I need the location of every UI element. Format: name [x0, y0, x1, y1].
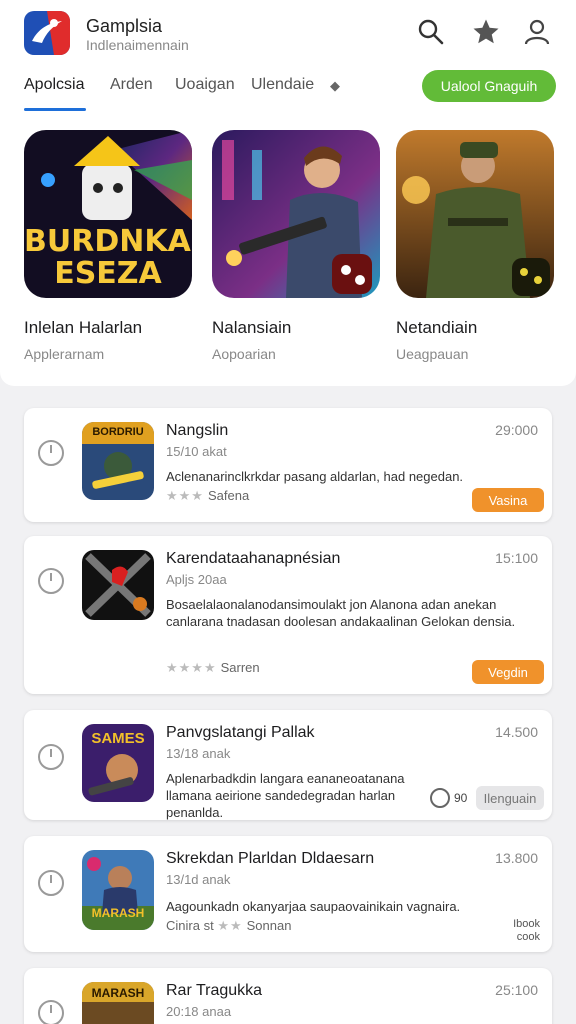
rating-stars-icon: ★★★★ [166, 660, 217, 675]
list-item[interactable]: MARASH Skrekdan Plarldan Dldaesarn 13/1d… [24, 836, 552, 952]
featured-art-title: BURDNKAI [24, 224, 192, 259]
item-rating: ★★★ Safena [166, 488, 250, 503]
item-action-button[interactable]: Ibook cook [490, 918, 540, 944]
featured-game-art [396, 130, 554, 298]
rating-stars-icon: ★★ [217, 918, 243, 933]
tab-ulendaie[interactable]: Ulendaie [251, 76, 314, 94]
rating-stars-icon: ★★★ [166, 488, 204, 503]
featured-game-name: Netandiain [396, 318, 478, 337]
list-item[interactable]: Karendataahanapnésian Apljs 20aa 15:100 … [24, 536, 552, 694]
list-item[interactable]: BORDRIU Nangslin 15/10 akat 29:000 Aclen… [24, 408, 552, 522]
tab-apolcsia[interactable]: Apolcsia [24, 76, 84, 94]
item-title: Karendataahanapnésian [166, 550, 341, 567]
cta-button[interactable]: Ualool Gnaguih [422, 70, 556, 102]
item-date: 13/18 anak [166, 746, 231, 761]
item-time: 14.500 [495, 724, 538, 740]
item-time: 29:000 [495, 422, 538, 438]
featured-art-subtitle: ESEZA [54, 256, 162, 291]
item-action-button[interactable]: Vasina [472, 488, 544, 512]
app-subtitle: Indlenaimennain [86, 37, 189, 53]
item-action-button[interactable]: Ilenguain [476, 786, 544, 810]
featured-game[interactable]: BURDNKAI ESEZA Inlelan Halarlan Applerar… [24, 130, 192, 362]
featured-game-name: Inlelan Halarlan [24, 318, 143, 337]
user-icon[interactable] [520, 15, 554, 49]
list-item[interactable]: MARASH Rar Tragukka 20:18 anaa 25:100 [24, 968, 552, 1024]
featured-game-category: Aopoarian [212, 346, 276, 362]
item-title: Rar Tragukka [166, 982, 263, 999]
featured-game[interactable]: Netandiain Ueagpauan [396, 130, 564, 362]
item-count: 90 [454, 791, 468, 805]
thumbnail-title: SAMES [91, 730, 145, 747]
active-tab-indicator [24, 108, 86, 111]
more-dot-icon[interactable]: ◆ [330, 78, 340, 94]
app-header: Gamplsia Indlenaimennain [24, 11, 554, 55]
game-thumbnail [82, 550, 154, 620]
item-title: Skrekdan Plarldan Dldaesarn [166, 850, 375, 867]
item-date: Apljs 20aa [166, 572, 227, 587]
radio-icon[interactable] [38, 568, 64, 594]
item-date: 20:18 anaa [166, 1004, 232, 1019]
tab-bar: Apolcsia Arden Uoaigan Ulendaie ◆ Ualool… [24, 70, 564, 112]
game-thumbnail: MARASH [82, 982, 154, 1024]
radio-icon[interactable] [38, 870, 64, 896]
item-description: Aplenarbadkdin langara eananeoatanana ll… [166, 771, 405, 820]
thumbnail-title: BORDRIU [92, 426, 144, 438]
radio-icon[interactable] [38, 1000, 64, 1024]
item-date: 13/1d anak [166, 872, 231, 887]
search-icon[interactable] [414, 15, 448, 49]
thumbnail-title: MARASH [91, 986, 145, 1000]
game-thumbnail: MARASH [82, 850, 154, 930]
tab-arden[interactable]: Arden [110, 76, 153, 94]
item-date: 15/10 akat [166, 444, 227, 459]
item-rating: ★★★★ Sarren [166, 660, 260, 675]
item-title: Panvgslatangi Pallak [166, 724, 315, 741]
item-description: Aclenanarinclkrkdar pasang aldarlan, had… [166, 469, 464, 484]
app-logo-icon[interactable] [24, 11, 70, 55]
item-description: Bosaelalaonalanodansimoulakt jon Alanona… [166, 597, 516, 629]
item-description: Aagounkadn okanyarjaa saupaovainikain va… [166, 899, 461, 914]
item-time: 25:100 [495, 982, 538, 998]
app-title: Gamplsia [86, 16, 163, 36]
item-rating: Cinira st ★★ Sonnan [166, 918, 292, 933]
featured-game-category: Applerarnam [24, 346, 105, 362]
list-item[interactable]: SAMES Panvgslatangi Pallak 13/18 anak 14… [24, 710, 552, 820]
radio-icon[interactable] [38, 744, 64, 770]
item-title: Nangslin [166, 422, 229, 439]
thumbnail-title: MARASH [91, 906, 145, 920]
star-icon[interactable] [469, 15, 503, 49]
toggle-icon[interactable] [430, 788, 450, 808]
item-time: 15:100 [495, 550, 538, 566]
tab-uoaigan[interactable]: Uoaigan [175, 76, 235, 94]
radio-icon[interactable] [38, 440, 64, 466]
featured-game-name: Nalansiain [212, 318, 292, 337]
game-thumbnail: SAMES [82, 724, 154, 802]
top-section: Gamplsia Indlenaimennain Apolcsia Arden … [0, 0, 576, 386]
item-time: 13.800 [495, 850, 538, 866]
item-action-button[interactable]: Vegdin [472, 660, 544, 684]
featured-game[interactable]: Nalansiain Aopoarian [212, 130, 380, 362]
game-thumbnail: BORDRIU [82, 422, 154, 500]
featured-game-art: BURDNKAI ESEZA [24, 130, 192, 298]
featured-game-category: Ueagpauan [396, 346, 469, 362]
featured-game-art [212, 130, 380, 298]
